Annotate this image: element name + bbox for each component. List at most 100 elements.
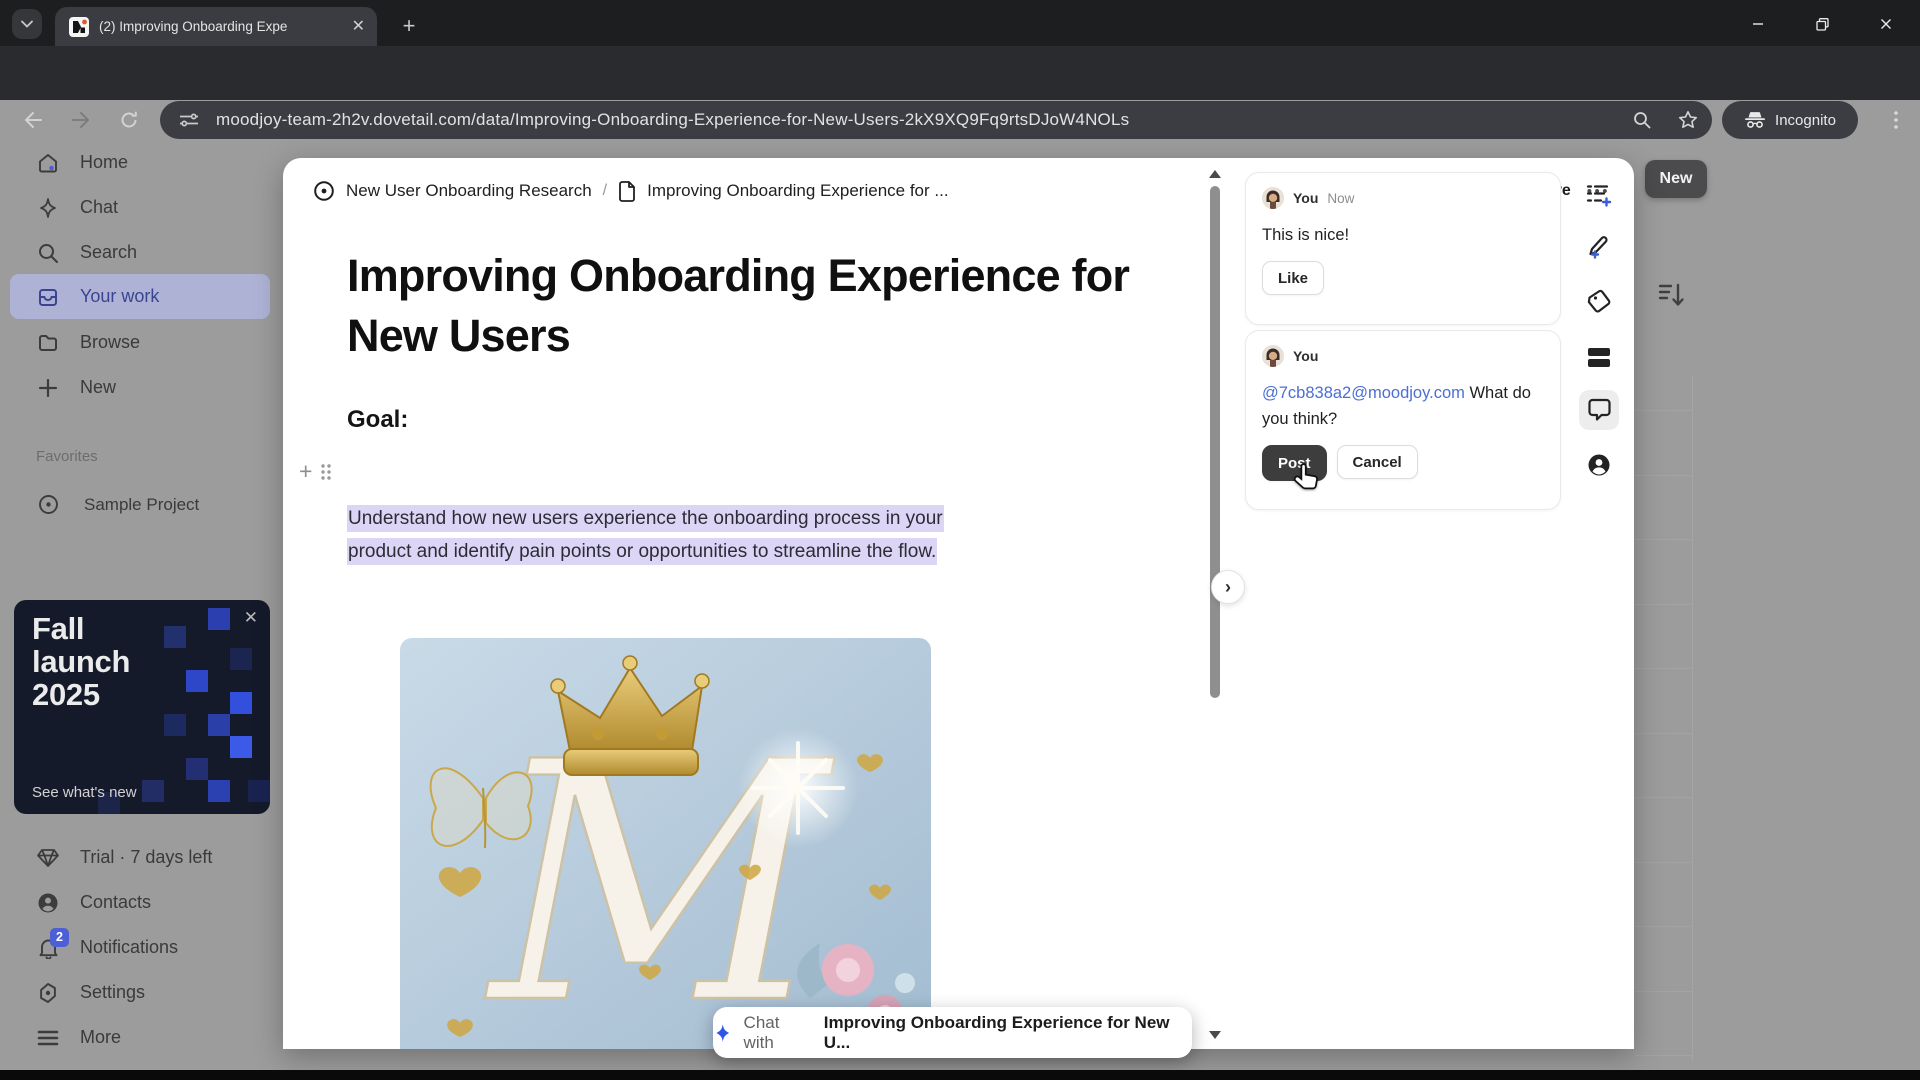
highlight-panel-icon[interactable] xyxy=(1579,228,1619,268)
incognito-badge: Incognito xyxy=(1722,101,1858,139)
url-text: moodjoy-team-2h2v.dovetail.com/data/Impr… xyxy=(216,110,1130,129)
tab-search-button[interactable] xyxy=(12,9,42,39)
scrollbar-thumb[interactable] xyxy=(1210,186,1220,698)
minimize-button[interactable] xyxy=(1738,12,1778,36)
menu-icon xyxy=(36,1026,60,1050)
mention-link[interactable]: @7cb838a2@moodjoy.com xyxy=(1262,384,1465,402)
scrollbar-up-arrow[interactable] xyxy=(1208,166,1222,178)
chat-bar-title: Improving Onboarding Experience for New … xyxy=(823,1012,1170,1052)
sidebar-item-new[interactable]: New xyxy=(0,365,283,410)
highlighted-text[interactable]: Understand how new users experience the … xyxy=(347,505,944,565)
home-icon xyxy=(36,151,60,175)
browser-toolbar: moodjoy-team-2h2v.dovetail.com/data/Impr… xyxy=(0,46,1920,139)
sidebar-item-chat[interactable]: Chat xyxy=(0,185,283,230)
new-tab-button[interactable]: + xyxy=(396,13,422,39)
comment-draft-text[interactable]: @7cb838a2@moodjoy.com What do you think? xyxy=(1262,380,1544,432)
omnibox-search-icon[interactable] xyxy=(1632,110,1652,130)
goal-paragraph[interactable]: Understand how new users experience the … xyxy=(347,502,977,568)
back-button[interactable] xyxy=(20,107,46,133)
comment-text: This is nice! xyxy=(1262,226,1350,244)
breadcrumb-project[interactable]: New User Onboarding Research xyxy=(346,181,592,201)
promo-card[interactable]: Fall launch 2025 ✕ See what's new xyxy=(14,600,270,814)
sidebar-item-settings[interactable]: Settings xyxy=(0,970,283,1015)
screen-edge xyxy=(0,1070,1920,1080)
sidebar-item-notifications[interactable]: 2 Notifications xyxy=(0,925,283,970)
blocks-panel-icon[interactable] xyxy=(1579,337,1619,377)
notification-count-badge: 2 xyxy=(50,927,69,947)
comments-panel-icon[interactable] xyxy=(1579,390,1619,430)
promo-title: Fall launch 2025 xyxy=(32,611,131,713)
profile-panel-icon[interactable] xyxy=(1579,445,1619,485)
close-window-button[interactable] xyxy=(1866,12,1906,36)
browser-tab[interactable]: (2) Improving Onboarding Expe ✕ xyxy=(55,7,377,46)
favorites-heading: Favorites xyxy=(36,448,98,465)
block-controls: + xyxy=(299,460,332,483)
document-image[interactable]: M xyxy=(400,638,931,1049)
page-title[interactable]: Improving Onboarding Experience for New … xyxy=(347,246,1172,366)
sidebar-item-your-work[interactable]: Your work xyxy=(10,274,270,319)
sidebar-label: Home xyxy=(80,152,129,172)
drag-handle-icon[interactable] xyxy=(320,463,332,481)
cancel-button[interactable]: Cancel xyxy=(1336,445,1418,479)
sparkle-icon xyxy=(36,196,60,220)
sidebar-label: Notifications xyxy=(80,937,179,957)
site-settings-icon[interactable] xyxy=(174,108,204,132)
breadcrumb-page[interactable]: Improving Onboarding Experience for ... xyxy=(647,181,948,201)
chat-bar-prefix: Chat with xyxy=(743,1012,780,1052)
sidebar-item-trial[interactable]: Trial · 7 days left xyxy=(0,835,283,880)
add-block-button[interactable]: + xyxy=(299,460,312,483)
project-target-icon xyxy=(314,181,334,201)
mouse-cursor xyxy=(1292,462,1322,501)
tab-close-button[interactable]: ✕ xyxy=(352,18,365,35)
sidebar-item-contacts[interactable]: Contacts xyxy=(0,880,283,925)
sidebar-item-browse[interactable]: Browse xyxy=(0,320,283,365)
gear-icon xyxy=(36,981,60,1005)
sidebar-item-more[interactable]: More xyxy=(0,1015,283,1060)
restore-button[interactable] xyxy=(1802,12,1842,36)
inbox-icon xyxy=(36,285,60,309)
collapse-panel-button[interactable]: › xyxy=(1211,570,1245,604)
sidebar-label: Contacts xyxy=(80,892,152,912)
folder-icon xyxy=(36,331,60,355)
sidebar-item-sample-project[interactable]: Sample Project xyxy=(0,482,283,527)
comment-author: You xyxy=(1293,190,1319,206)
promo-cta-link[interactable]: See what's new xyxy=(32,784,137,801)
comment-author: You xyxy=(1293,348,1319,364)
breadcrumb: New User Onboarding Research / Improving… xyxy=(313,180,949,202)
incognito-label: Incognito xyxy=(1775,111,1836,129)
sidebar-label: Browse xyxy=(80,332,141,352)
browser-menu-button[interactable] xyxy=(1884,104,1908,136)
reload-button[interactable] xyxy=(116,107,142,133)
document-icon xyxy=(619,180,636,202)
sidebar-label: Your work xyxy=(80,286,160,306)
bookmark-star-icon[interactable] xyxy=(1678,110,1698,130)
fields-panel-icon[interactable] xyxy=(1579,175,1619,215)
sidebar-label: Trial · 7 days left xyxy=(80,847,213,867)
url-bar[interactable]: moodjoy-team-2h2v.dovetail.com/data/Impr… xyxy=(160,101,1712,139)
comment-avatar xyxy=(1262,345,1284,367)
section-heading[interactable]: Goal: xyxy=(347,406,408,434)
breadcrumb-separator: / xyxy=(602,182,608,199)
comment-card: You Now This is nice! Like xyxy=(1245,172,1561,325)
new-feature-badge: New xyxy=(1645,160,1707,198)
like-button[interactable]: Like xyxy=(1262,261,1325,295)
tab-title: (2) Improving Onboarding Expe xyxy=(99,19,288,34)
tags-panel-icon[interactable] xyxy=(1579,282,1619,322)
chat-bar[interactable]: Chat with Improving Onboarding Experienc… xyxy=(713,1007,1192,1058)
sidebar-item-home[interactable]: Home xyxy=(0,140,283,185)
screen: (2) Improving Onboarding Expe ✕ + moodjo… xyxy=(0,0,1920,1080)
scrollbar-down-arrow[interactable] xyxy=(1208,1027,1222,1039)
comment-avatar xyxy=(1262,187,1284,209)
forward-button[interactable] xyxy=(68,107,94,133)
sidebar-label: More xyxy=(80,1027,122,1047)
incognito-icon xyxy=(1745,112,1766,128)
sidebar-label: Search xyxy=(80,242,138,262)
sort-icon[interactable] xyxy=(1658,282,1686,313)
comment-timestamp: Now xyxy=(1327,190,1355,206)
dovetail-favicon xyxy=(69,16,89,37)
sidebar-label: New xyxy=(80,377,117,397)
sidebar-item-search[interactable]: Search xyxy=(0,230,283,275)
promo-close-icon[interactable]: ✕ xyxy=(244,608,258,628)
bell-icon: 2 xyxy=(36,927,69,960)
sidebar-label: Sample Project xyxy=(84,494,200,514)
